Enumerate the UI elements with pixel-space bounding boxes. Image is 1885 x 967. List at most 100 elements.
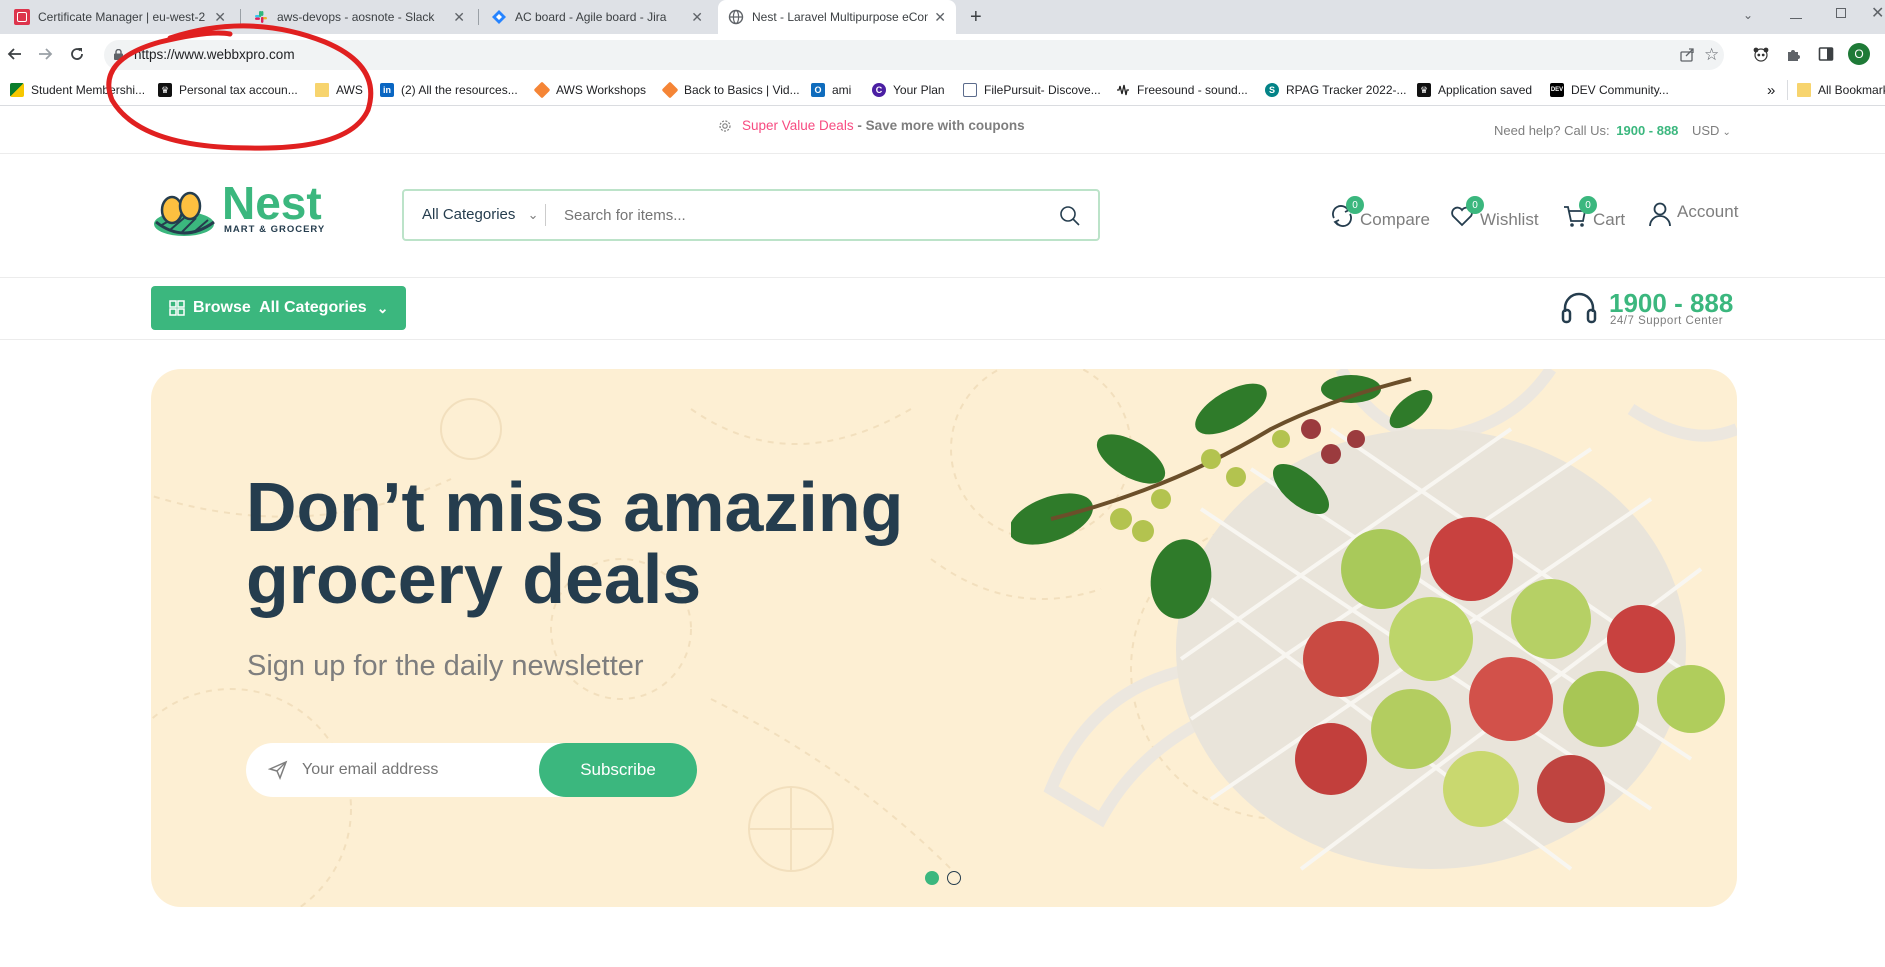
reload-icon[interactable] bbox=[68, 45, 86, 63]
tab-divider bbox=[478, 9, 479, 25]
crown-icon: ♛ bbox=[158, 83, 172, 97]
subscribe-button[interactable]: Subscribe bbox=[539, 743, 697, 797]
more-bookmarks-button[interactable]: » bbox=[1767, 76, 1775, 104]
bookmark-label: Personal tax accoun... bbox=[179, 83, 298, 97]
close-tab-icon[interactable]: ✕ bbox=[691, 9, 703, 26]
share-icon[interactable] bbox=[1679, 47, 1695, 63]
bookmark-item[interactable]: Back to Basics | Vid... bbox=[661, 76, 800, 104]
sharepoint-icon: S bbox=[1265, 83, 1279, 97]
restore-icon[interactable] bbox=[1836, 8, 1846, 18]
headset-icon bbox=[1560, 290, 1598, 328]
bookmark-item[interactable]: AWS Workshops bbox=[533, 76, 647, 104]
bookmark-item[interactable]: Student Membershi... bbox=[10, 76, 145, 104]
bookmark-label: AWS bbox=[336, 83, 363, 97]
apple-bag-image bbox=[1011, 369, 1737, 871]
wishlist-link[interactable]: Wishlist 0 bbox=[1448, 196, 1539, 230]
bookmark-label: AWS Workshops bbox=[556, 83, 647, 97]
waveform-icon bbox=[1116, 83, 1130, 97]
bookmark-item[interactable]: S RPAG Tracker 2022-... bbox=[1265, 76, 1407, 104]
new-tab-button[interactable]: + bbox=[970, 6, 982, 29]
bookmark-label: Back to Basics | Vid... bbox=[684, 83, 800, 97]
hero-headline-line-1: Don’t miss amazing bbox=[246, 468, 904, 546]
tab-title: Certificate Manager | eu-west-2 bbox=[38, 10, 206, 24]
search-input[interactable] bbox=[564, 201, 1024, 229]
bookmark-item[interactable]: DEV DEV Community... bbox=[1550, 76, 1669, 104]
browse-categories-button[interactable]: Browse All Categories ⌄ bbox=[151, 286, 406, 330]
search-icon[interactable] bbox=[1059, 205, 1081, 227]
bookmark-label: Freesound - sound... bbox=[1137, 83, 1248, 97]
slider-dot[interactable] bbox=[947, 871, 961, 885]
slider-dot-active[interactable] bbox=[925, 871, 939, 885]
all-bookmarks-item[interactable]: All Bookmarks bbox=[1797, 76, 1885, 104]
cart-link[interactable]: Cart 0 bbox=[1561, 196, 1625, 230]
search-bar: All Categories ⌄ bbox=[402, 189, 1100, 241]
back-icon[interactable] bbox=[6, 45, 24, 63]
email-input[interactable] bbox=[302, 756, 492, 784]
bookmark-item[interactable]: C Your Plan bbox=[872, 76, 945, 104]
bookmark-item[interactable]: AWS bbox=[315, 76, 363, 104]
browser-tab[interactable]: aws-devops - aosnote - Slack ✕ bbox=[243, 0, 475, 34]
tab-title: AC board - Agile board - Jira bbox=[515, 10, 667, 24]
hero-headline: Don’t miss amazing grocery deals bbox=[246, 471, 903, 615]
address-bar[interactable]: https://www.webbxpro.com ☆ bbox=[104, 40, 1724, 70]
promo-deal-link[interactable]: Super Value Deals bbox=[742, 118, 854, 133]
wishlist-count-badge: 0 bbox=[1466, 196, 1484, 214]
aws-certificate-icon bbox=[14, 9, 30, 25]
bookmark-item[interactable]: ♛ Personal tax accoun... bbox=[158, 76, 298, 104]
compare-label: Compare bbox=[1360, 210, 1430, 229]
help-label: Need help? Call Us: bbox=[1494, 123, 1610, 138]
bookmark-label: ami bbox=[832, 83, 852, 97]
bookmark-star-icon[interactable]: ☆ bbox=[1704, 45, 1719, 65]
aws-cube-icon bbox=[661, 81, 679, 99]
bookmark-label: DEV Community... bbox=[1571, 83, 1669, 97]
currency-select[interactable]: USD ⌄ bbox=[1692, 123, 1731, 138]
minimize-icon[interactable] bbox=[1790, 7, 1802, 19]
hero-subheadline: Sign up for the daily newsletter bbox=[247, 650, 644, 682]
close-tab-icon[interactable]: ✕ bbox=[934, 9, 946, 26]
nest-logo-icon bbox=[154, 191, 215, 236]
bookmark-item[interactable]: Oami bbox=[811, 76, 851, 104]
bookmark-item[interactable]: Freesound - sound... bbox=[1116, 76, 1248, 104]
slack-icon bbox=[253, 9, 269, 25]
compare-link[interactable]: Compare 0 bbox=[1328, 196, 1430, 230]
logo-title: Nest bbox=[222, 177, 322, 229]
close-tab-icon[interactable]: ✕ bbox=[453, 9, 465, 26]
account-label: Account bbox=[1677, 202, 1739, 221]
lock-icon[interactable] bbox=[114, 49, 123, 60]
nest-logo[interactable] bbox=[150, 188, 220, 240]
support-label: 24/7 Support Center bbox=[1610, 315, 1724, 327]
profile-avatar[interactable]: O bbox=[1848, 43, 1870, 65]
browser-tab[interactable]: AC board - Agile board - Jira ✕ bbox=[481, 0, 713, 34]
panda-extension-icon[interactable] bbox=[1752, 45, 1770, 63]
url-text[interactable]: https://www.webbxpro.com bbox=[134, 47, 295, 62]
bookmark-item[interactable]: FilePursuit- Discove... bbox=[963, 76, 1101, 104]
extensions-puzzle-icon[interactable] bbox=[1785, 45, 1803, 63]
chevron-down-icon: ⌄ bbox=[1722, 127, 1731, 138]
grid-icon bbox=[169, 300, 185, 316]
wishlist-label: Wishlist bbox=[1480, 210, 1539, 229]
bookmark-item[interactable]: in (2) All the resources... bbox=[380, 76, 518, 104]
account-link[interactable]: Account bbox=[1647, 200, 1738, 228]
help-phone[interactable]: 1900 - 888 bbox=[1616, 123, 1678, 138]
side-panel-icon[interactable] bbox=[1818, 46, 1834, 62]
bookmark-label: Your Plan bbox=[893, 83, 945, 97]
category-select[interactable]: All Categories ⌄ bbox=[422, 206, 538, 223]
hero-headline-line-2: grocery deals bbox=[246, 540, 702, 618]
green-flag-icon bbox=[10, 83, 24, 97]
browse-label: Browse All Categories bbox=[193, 299, 367, 316]
browser-tab-active[interactable]: Nest - Laravel Multipurpose eCommerce ✕ bbox=[718, 0, 956, 34]
bookmarks-divider bbox=[1787, 80, 1788, 100]
outlook-icon: O bbox=[811, 83, 825, 97]
bookmark-label: Student Membershi... bbox=[31, 83, 146, 97]
tab-title: aws-devops - aosnote - Slack bbox=[277, 10, 435, 24]
bookmark-item[interactable]: ♛ Application saved bbox=[1417, 76, 1532, 104]
close-window-icon[interactable]: ✕ bbox=[1871, 3, 1884, 23]
dev-icon: DEV bbox=[1550, 83, 1564, 97]
newsletter-form: Subscribe bbox=[246, 743, 697, 797]
bookmark-label: (2) All the resources... bbox=[401, 83, 518, 97]
tab-search-chevron-icon[interactable]: ⌄ bbox=[1743, 8, 1753, 22]
close-tab-icon[interactable]: ✕ bbox=[214, 9, 226, 26]
forward-icon[interactable] bbox=[36, 45, 54, 63]
logo-subtitle: MART & GROCERY bbox=[224, 224, 326, 235]
browser-tab[interactable]: Certificate Manager | eu-west-2 ✕ bbox=[4, 0, 236, 34]
